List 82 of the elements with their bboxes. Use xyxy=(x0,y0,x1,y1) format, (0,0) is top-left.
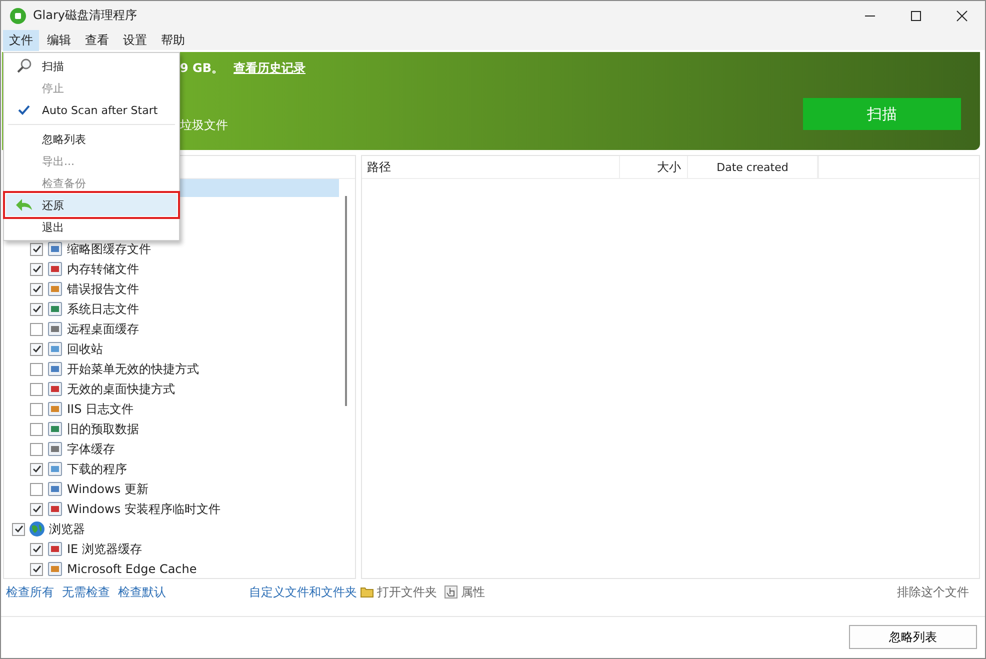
menu-item[interactable]: 设置 xyxy=(117,30,153,50)
checkbox[interactable] xyxy=(30,462,43,476)
category-label[interactable]: 下载的程序 xyxy=(67,460,127,478)
exclude-link[interactable]: 排除这个文件 xyxy=(897,584,969,600)
app-icon xyxy=(10,8,26,24)
category-label[interactable]: 字体缓存 xyxy=(67,440,115,458)
category-label[interactable]: 系统日志文件 xyxy=(67,300,139,318)
ignore-list-button[interactable]: 忽略列表 xyxy=(849,625,977,649)
column-header[interactable]: 大小 xyxy=(620,156,688,178)
checkbox[interactable] xyxy=(30,322,43,336)
menu-item[interactable]: 帮助 xyxy=(155,30,191,50)
category-label[interactable]: IIS 日志文件 xyxy=(67,400,134,418)
menu-item[interactable]: 编辑 xyxy=(41,30,77,50)
window-title: Glary磁盘清理程序 xyxy=(33,7,138,24)
category-label[interactable]: 缩略图缓存文件 xyxy=(67,240,151,258)
checkbox[interactable] xyxy=(30,442,43,456)
subtitle-text: 垃圾文件 xyxy=(180,117,229,134)
file-icon xyxy=(47,301,63,317)
menu-item[interactable]: 文件 xyxy=(3,30,39,50)
checkbox[interactable] xyxy=(30,342,43,356)
checkbox[interactable] xyxy=(30,542,43,556)
category-label[interactable]: 旧的预取数据 xyxy=(67,420,139,438)
category-label[interactable]: 错误报告文件 xyxy=(67,280,139,298)
category-label[interactable]: Microsoft Edge Cache xyxy=(67,562,197,576)
summary-text: 9 GB。 xyxy=(180,60,224,77)
category-label[interactable]: 无效的桌面快捷方式 xyxy=(67,380,175,398)
file-icon xyxy=(47,281,63,297)
file-icon xyxy=(47,421,63,437)
file-icon xyxy=(47,441,63,457)
file-icon xyxy=(47,241,63,257)
category-label[interactable]: 内存转储文件 xyxy=(67,260,139,278)
file-icon xyxy=(47,381,63,397)
menu-item[interactable]: 忽略列表 xyxy=(6,128,177,150)
checkbox[interactable] xyxy=(30,262,43,276)
folder-icon xyxy=(360,585,374,599)
globe-icon xyxy=(29,521,45,537)
file-icon xyxy=(47,321,63,337)
column-header[interactable]: 路径 xyxy=(362,156,620,178)
undo-arrow-icon xyxy=(15,198,33,212)
menu-item[interactable]: 退出 xyxy=(6,216,177,238)
checkbox[interactable] xyxy=(30,382,43,396)
checkbox[interactable] xyxy=(30,282,43,296)
file-icon xyxy=(47,341,63,357)
file-icon xyxy=(47,501,63,517)
link[interactable]: 检查所有 xyxy=(6,584,54,600)
menu-item[interactable]: 还原 xyxy=(6,194,177,216)
checkbox[interactable] xyxy=(30,242,43,256)
category-label[interactable]: 回收站 xyxy=(67,340,103,358)
open-folder-link[interactable]: 打开文件夹 xyxy=(377,584,437,600)
file-icon xyxy=(47,261,63,277)
file-icon xyxy=(47,541,63,557)
file-icon xyxy=(47,361,63,377)
category-label[interactable]: IE 浏览器缓存 xyxy=(67,540,142,558)
checkbox[interactable] xyxy=(30,402,43,416)
category-label[interactable]: Windows 更新 xyxy=(67,480,148,498)
link[interactable]: 检查默认 xyxy=(118,584,166,600)
file-icon xyxy=(47,561,63,577)
menu-item[interactable]: 查看 xyxy=(79,30,115,50)
menu-item[interactable]: 扫描 xyxy=(6,55,177,77)
maximize-icon[interactable] xyxy=(910,10,922,22)
file-icon xyxy=(47,481,63,497)
menu-item[interactable]: Auto Scan after Start xyxy=(6,99,177,121)
link[interactable]: 无需检查 xyxy=(62,584,110,600)
search-icon xyxy=(16,58,32,74)
category-label[interactable]: Windows 安装程序临时文件 xyxy=(67,500,220,518)
checkbox[interactable] xyxy=(30,482,43,496)
checkbox[interactable] xyxy=(12,522,25,536)
close-icon[interactable] xyxy=(956,10,968,22)
file-icon xyxy=(47,401,63,417)
scrollbar-thumb[interactable] xyxy=(345,196,347,406)
category-label[interactable]: 浏览器 xyxy=(49,520,85,538)
checkbox[interactable] xyxy=(30,502,43,516)
checkbox[interactable] xyxy=(30,302,43,316)
link[interactable]: 自定义文件和文件夹 xyxy=(249,584,357,600)
checkbox[interactable] xyxy=(30,422,43,436)
file-icon xyxy=(47,461,63,477)
properties-link[interactable]: 属性 xyxy=(461,584,485,600)
checkbox[interactable] xyxy=(30,562,43,576)
column-header[interactable]: Date created xyxy=(688,156,818,178)
category-label[interactable]: 开始菜单无效的快捷方式 xyxy=(67,360,199,378)
category-label[interactable]: 远程桌面缓存 xyxy=(67,320,139,338)
checkbox[interactable] xyxy=(30,362,43,376)
